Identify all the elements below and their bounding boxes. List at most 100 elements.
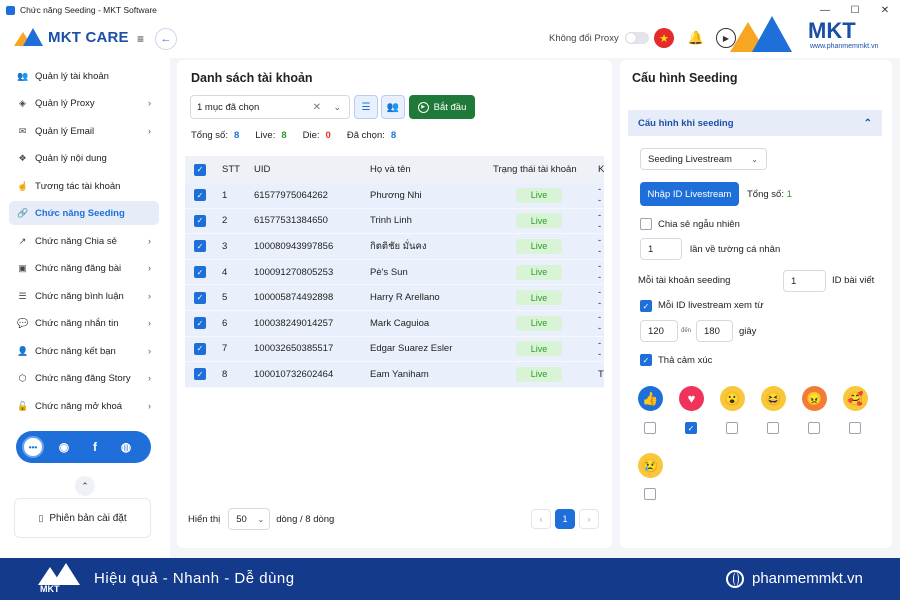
sidebar-item-label: Chức năng đăng Story bbox=[35, 372, 131, 384]
stat-value: 8 bbox=[281, 130, 287, 141]
like-checkbox[interactable] bbox=[644, 422, 656, 434]
prev-page-button[interactable]: ‹ bbox=[531, 509, 551, 529]
row-checkbox[interactable]: ✓ bbox=[194, 189, 206, 202]
row-checkbox[interactable]: ✓ bbox=[194, 368, 206, 381]
watch-checkbox[interactable]: ✓ bbox=[640, 300, 652, 312]
menu-icon[interactable]: ≡ bbox=[137, 32, 144, 46]
row-uid: 100080943997856 bbox=[254, 240, 334, 252]
chevron-right-icon: › bbox=[148, 236, 151, 246]
import-livestream-button[interactable]: Nhập ID Livestream bbox=[640, 182, 739, 206]
table-row[interactable]: ✓ 7 100032650385517 Edgar Suarez Esler Live -… bbox=[185, 336, 604, 363]
sidebar-item-friend[interactable]: 👤 Chức năng kết bạn › bbox=[9, 339, 159, 363]
row-extra: -- bbox=[598, 337, 602, 360]
chevron-up-icon[interactable]: ⌃ bbox=[75, 476, 95, 496]
promo-banner: MKT Hiệu quả - Nhanh - Dễ dùng phanmemmk… bbox=[0, 558, 900, 600]
sidebar-item-post[interactable]: ▣ Chức năng đăng bài › bbox=[9, 256, 159, 280]
row-checkbox[interactable]: ✓ bbox=[194, 317, 206, 330]
sidebar-item-comment[interactable]: ☰ Chức năng bình luận › bbox=[9, 284, 159, 308]
row-name: Harry R Arellano bbox=[370, 292, 440, 304]
row-name: Eam Yaniham bbox=[370, 368, 429, 380]
sidebar-item-content[interactable]: ❖ Quản lý nội dung bbox=[9, 146, 159, 170]
chevron-right-icon: › bbox=[148, 263, 151, 273]
row-uid: 61577531384650 bbox=[254, 215, 328, 227]
clear-icon[interactable]: ✕ bbox=[313, 102, 321, 113]
sidebar-item-label: Quản lý nội dung bbox=[35, 152, 107, 164]
select-all-checkbox[interactable]: ✓ bbox=[194, 163, 206, 176]
row-checkbox[interactable]: ✓ bbox=[194, 266, 206, 279]
proxy-switch[interactable] bbox=[624, 32, 649, 44]
sidebar-item-label: Quản lý Email bbox=[35, 125, 95, 137]
care-checkbox[interactable] bbox=[849, 422, 861, 434]
sidebar-item-story[interactable]: ⬡ Chức năng đăng Story › bbox=[9, 366, 159, 390]
status-badge: Live bbox=[516, 341, 562, 357]
watch-to-input[interactable]: 180 bbox=[696, 320, 733, 342]
per-account-input[interactable]: 1 bbox=[783, 270, 826, 292]
logo-text: MKT CARE bbox=[48, 28, 129, 46]
like-reaction-icon: 👍 bbox=[638, 386, 663, 411]
row-checkbox[interactable]: ✓ bbox=[194, 342, 206, 355]
stat-label: Tổng số: bbox=[191, 130, 228, 141]
share-times-input[interactable]: 1 bbox=[640, 238, 682, 260]
table-row[interactable]: ✓ 2 61577531384650 Trinh Linh Live -- bbox=[185, 208, 604, 235]
row-checkbox[interactable]: ✓ bbox=[194, 214, 206, 227]
page-button[interactable]: 1 bbox=[555, 509, 575, 529]
haha-reaction-icon: 😆 bbox=[761, 386, 786, 411]
table-row[interactable]: ✓ 5 100005874492898 Harry R Arellano Live -- bbox=[185, 285, 604, 311]
sidebar-item-interaction[interactable]: ☝ Tương tác tài khoản bbox=[9, 174, 159, 198]
table-row[interactable]: ✓ 3 100080943997856 กิตติชัย มั่นคง Live -- bbox=[185, 234, 604, 260]
sidebar-item-seeding[interactable]: 🔗 Chức năng Seeding bbox=[9, 201, 159, 225]
stat-label: Die: bbox=[302, 130, 320, 141]
column-header: UID bbox=[254, 164, 271, 175]
watch-from-input[interactable]: 120 bbox=[640, 320, 678, 342]
vietnam-flag-icon[interactable]: ★ bbox=[654, 28, 674, 48]
love-checkbox[interactable]: ✓ bbox=[685, 422, 697, 434]
sad-checkbox[interactable] bbox=[644, 488, 656, 500]
sidebar-item-proxy[interactable]: ◈ Quản lý Proxy › bbox=[9, 91, 159, 115]
row-checkbox[interactable]: ✓ bbox=[194, 240, 206, 253]
sidebar-item-share[interactable]: ↗ Chức năng Chia sẻ › bbox=[9, 229, 159, 253]
next-page-button[interactable]: › bbox=[579, 509, 599, 529]
angry-checkbox[interactable] bbox=[808, 422, 820, 434]
seeding-mode-select[interactable]: Seeding Livestream ⌄ bbox=[640, 148, 767, 170]
row-name: Trinh Linh bbox=[370, 215, 412, 227]
globe-icon[interactable]: ◍ bbox=[115, 436, 137, 458]
table-row[interactable]: ✓ 1 61577975064262 Phương Nhi Live -- bbox=[185, 183, 604, 209]
row-stt: 6 bbox=[222, 317, 228, 329]
user-settings-button[interactable]: 👥 bbox=[381, 95, 405, 119]
start-button[interactable]: ▶ Bắt đầu bbox=[409, 95, 475, 119]
random-share-checkbox[interactable] bbox=[640, 218, 652, 230]
chevron-down-icon[interactable]: ⌄ bbox=[333, 102, 341, 113]
row-checkbox[interactable]: ✓ bbox=[194, 291, 206, 304]
zalo-icon[interactable]: ◉ bbox=[53, 436, 75, 458]
haha-checkbox[interactable] bbox=[767, 422, 779, 434]
add-friend-icon: 👤 bbox=[17, 345, 29, 356]
account-select[interactable]: 1 mục đã chọn ✕ ⌄ bbox=[190, 95, 350, 119]
proxy-toggle[interactable]: Không đổi Proxy bbox=[549, 32, 649, 44]
table-row[interactable]: ✓ 6 100038249014257 Mark Caguioa Live -- bbox=[185, 311, 604, 337]
table-row[interactable]: ✓ 8 100010732602464 Eam Yaniham Live T bbox=[185, 362, 604, 388]
sidebar-item-unlock[interactable]: 🔓 Chức năng mở khoá › bbox=[9, 394, 159, 418]
facebook-icon[interactable]: f bbox=[84, 436, 106, 458]
chevron-right-icon: › bbox=[148, 98, 151, 108]
config-section-title: Cấu hình khi seeding bbox=[638, 117, 734, 129]
table-row[interactable]: ✓ 4 100091270805253 Pè's Sun Live -- bbox=[185, 259, 604, 286]
total-label: Tổng số: bbox=[747, 189, 784, 200]
bell-icon[interactable]: 🔔 bbox=[686, 28, 706, 48]
back-button[interactable]: ← bbox=[155, 28, 177, 50]
status-badge: Live bbox=[516, 290, 562, 306]
row-extra: -- bbox=[598, 184, 602, 207]
sidebar-item-accounts[interactable]: 👥 Quản lý tài khoản bbox=[9, 64, 159, 88]
table-header: ✓ STT UID Họ và tên Trạng thái tài khoản… bbox=[185, 156, 604, 183]
sidebar-item-message[interactable]: 💬 Chức năng nhắn tin › bbox=[9, 311, 159, 335]
config-section-header[interactable]: Cấu hình khi seeding ⌃ bbox=[628, 110, 882, 136]
react-checkbox[interactable]: ✓ bbox=[640, 354, 652, 366]
app-logo: MKT CARE bbox=[14, 28, 129, 46]
page-size-select[interactable]: 50 ⌄ bbox=[228, 508, 271, 530]
stat-live: Live: 8 bbox=[255, 130, 286, 141]
sidebar-item-email[interactable]: ✉ Quản lý Email › bbox=[9, 119, 159, 143]
filter-button[interactable]: ☰ bbox=[354, 95, 378, 119]
wow-checkbox[interactable] bbox=[726, 422, 738, 434]
sidebar-item-label: Quản lý tài khoản bbox=[35, 70, 109, 82]
version-button[interactable]: ▯ Phiên bản cài đặt bbox=[14, 498, 151, 538]
chat-icon[interactable]: ••• bbox=[22, 436, 44, 458]
